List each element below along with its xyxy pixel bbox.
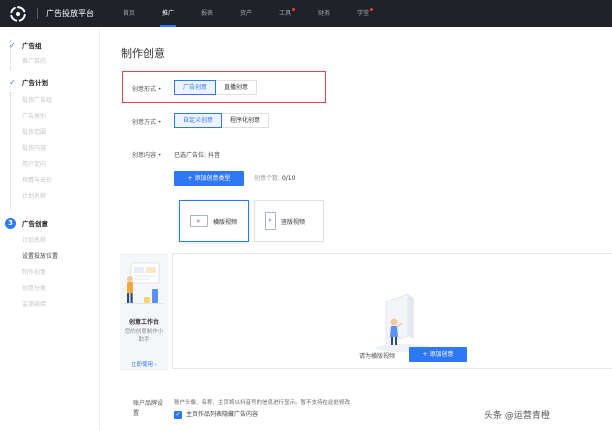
creative-count: 创意个数: 0/10 xyxy=(254,175,296,182)
sidebar-item-plan[interactable]: 投放广告组 xyxy=(22,95,52,107)
add-creative-type-button[interactable]: + 添加创意类型 xyxy=(174,171,244,186)
logo[interactable]: 广告投放平台 xyxy=(0,0,94,27)
nav-item-4[interactable]: 工具 xyxy=(279,0,296,27)
sidebar-item-creative[interactable]: 监测链接 xyxy=(22,299,46,311)
sidebar-item-plan[interactable]: 用户定向 xyxy=(22,159,46,171)
type-card-label: 竖版视频 xyxy=(281,218,306,226)
page-title: 制作创意 xyxy=(121,47,165,60)
nav-item-2[interactable]: 报表 xyxy=(201,0,213,27)
creative-method-label: 创意方式 • xyxy=(132,119,162,126)
nav-item-0[interactable]: 首页 xyxy=(123,0,135,27)
sidebar-item-plan[interactable]: 投放范围 xyxy=(22,127,46,139)
nav-item-1[interactable]: 推广 xyxy=(160,0,177,27)
add-creative-button[interactable]: + 添加创意 xyxy=(409,347,467,362)
step-connector xyxy=(10,92,11,210)
nav-item-3[interactable]: 资产 xyxy=(240,0,252,27)
sidebar-item-creative[interactable]: 设置投放位置 xyxy=(22,251,58,263)
platform-logo-icon xyxy=(10,5,26,22)
horizontal-video-icon xyxy=(190,215,208,227)
sidebar-step-ad-group[interactable]: ✓ 广告组 xyxy=(0,40,100,52)
brand-name: 广告投放平台 xyxy=(46,9,94,18)
step-number-badge: 3 xyxy=(5,218,16,229)
brand-settings-label: 账户品牌设置 xyxy=(133,400,164,417)
studio-use-now-link[interactable]: 立即使用 › xyxy=(120,360,168,368)
creative-studio-panel[interactable]: 创意工作台 您的创意制作小助手 立即使用 › xyxy=(120,253,168,371)
creative-method-toggle: 自定义创意 程序化创意 xyxy=(174,113,270,128)
notification-dot xyxy=(370,8,374,11)
check-icon: ✓ xyxy=(9,78,16,87)
top-navbar: 广告投放平台 首页 推广 报表 资产 工具 财务 学堂 xyxy=(0,0,612,27)
sidebar-item-plan[interactable]: 广告类别 xyxy=(22,111,46,123)
sidebar-item-creative[interactable]: 制作创意 xyxy=(22,267,46,279)
type-card-horizontal-video[interactable]: 横版视频 xyxy=(179,200,249,242)
main-content: 制作创意 创意形式 • 广告创意 直播创意 创意方式 • 自定义创意 程序化创意… xyxy=(101,27,612,431)
sidebar-step-ad-plan[interactable]: ✓ 广告计划 xyxy=(0,77,100,89)
empty-state-illustration-icon xyxy=(376,293,432,352)
notification-dot xyxy=(292,8,296,11)
brand-settings-description: 账户头像、名称、主页将以抖音号的信息进行显示。暂不支持在此处修改 xyxy=(174,400,351,406)
sidebar-step-creative[interactable]: 3 广告创意 xyxy=(0,218,100,230)
type-card-label: 横版视频 xyxy=(213,218,238,226)
nav-item-5[interactable]: 财务 xyxy=(318,0,330,27)
sidebar-step-label: 广告计划 xyxy=(22,79,48,87)
creative-form-label: 创意形式 • xyxy=(132,86,162,93)
sidebar-step-label: 广告创意 xyxy=(22,220,48,228)
sidebar-item-plan[interactable]: 计划名称 xyxy=(22,191,46,203)
nav-item-6[interactable]: 学堂 xyxy=(357,0,374,27)
studio-illustration-icon xyxy=(124,262,164,304)
vertical-video-icon xyxy=(265,212,276,230)
check-icon: ✓ xyxy=(9,41,16,50)
sidebar-step-label: 广告组 xyxy=(22,42,42,50)
type-card-vertical-video[interactable]: 竖版视频 xyxy=(254,200,324,242)
sidebar-item-plan[interactable]: 预算与出价 xyxy=(22,175,52,187)
sidebar-item-creative[interactable]: 创意分类 xyxy=(22,283,46,295)
option-live-creative[interactable]: 直播创意 xyxy=(216,80,258,95)
sidebar: ✓ 广告组 推广目的 ✓ 广告计划 投放广告组广告类别投放范围投放内容用户定向预… xyxy=(0,27,100,431)
logo-divider xyxy=(37,8,38,19)
creative-content-label: 创意内容 • xyxy=(132,152,162,159)
sidebar-item-creative[interactable]: 计划名称 xyxy=(22,235,46,247)
option-programmatic-creative[interactable]: 程序化创意 xyxy=(222,113,270,128)
option-ad-creative[interactable]: 广告创意 xyxy=(174,80,217,95)
option-custom-creative[interactable]: 自定义创意 xyxy=(174,113,223,128)
selected-placement-text: 已选广告位: 抖音 xyxy=(174,152,220,159)
sidebar-item-promotion-goal[interactable]: 推广目的 xyxy=(22,56,46,68)
main-nav: 首页 推广 报表 资产 工具 财务 学堂 xyxy=(123,0,396,27)
studio-description: 您的创意制作小助手 xyxy=(124,329,164,343)
sidebar-item-plan[interactable]: 投放内容 xyxy=(22,143,46,155)
creative-form-toggle: 广告创意 直播创意 xyxy=(174,80,258,95)
empty-state-hint: 请为横版视频 xyxy=(359,353,396,360)
studio-title: 创意工作台 xyxy=(128,319,159,326)
hide-ads-checkbox-label: 主页作品列表隐藏广告内容 xyxy=(186,411,259,418)
hide-ads-checkbox[interactable]: ✓ xyxy=(174,411,182,419)
watermark: 头条 @运营青橙 xyxy=(484,411,550,421)
